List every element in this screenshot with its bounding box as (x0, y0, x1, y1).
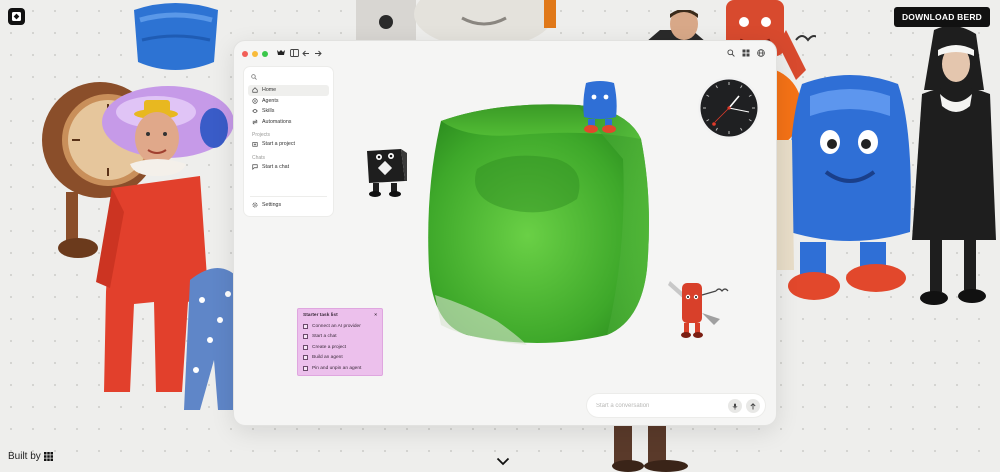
new-chat-icon (252, 164, 258, 170)
task-item[interactable]: Build an agent (303, 353, 377, 364)
close-window-button[interactable] (242, 51, 248, 57)
task-checkbox[interactable] (303, 355, 308, 361)
wall-clock[interactable] (697, 76, 761, 140)
task-checkbox[interactable] (303, 365, 308, 371)
app-window: Home Agents Skills Automations Projects … (233, 40, 777, 426)
start-chat-label: Start a chat (262, 163, 290, 170)
chat-composer (586, 393, 766, 418)
builder-grid-logo-icon (43, 452, 53, 461)
starter-task-list: Starter task list × Connect an AI provid… (297, 308, 383, 376)
sidebar-item-agents[interactable]: Agents (248, 96, 329, 107)
berd-logo-icon (12, 12, 21, 21)
start-chat-button[interactable]: Start a chat (248, 162, 329, 173)
sidebar-item-automations[interactable]: Automations (248, 117, 329, 128)
pocket-knife-character[interactable] (666, 273, 730, 343)
forward-arrow-icon[interactable] (312, 47, 324, 59)
automations-icon (252, 119, 258, 125)
task-label: Create a project (312, 344, 347, 350)
sidebar-item-settings[interactable]: Settings (248, 200, 329, 211)
grass-cube-3d (428, 104, 649, 345)
task-checkbox[interactable] (303, 334, 308, 340)
maximize-window-button[interactable] (262, 51, 268, 57)
start-project-label: Start a project (262, 141, 295, 148)
search-icon (251, 74, 257, 80)
man-portrait (646, 10, 706, 42)
sidebar-item-skills[interactable]: Skills (248, 106, 329, 117)
built-by[interactable]: Built by (8, 451, 53, 462)
task-item[interactable]: Create a project (303, 342, 377, 353)
minimize-window-button[interactable] (252, 51, 258, 57)
sidebar-item-label: Agents (262, 97, 279, 104)
globe-icon[interactable] (755, 47, 767, 59)
new-project-icon (252, 142, 258, 147)
task-item[interactable]: Pin and unpin an agent (303, 363, 377, 374)
gear-icon (252, 202, 258, 208)
microphone-icon (732, 403, 738, 410)
mascot-icon[interactable] (275, 47, 287, 59)
sidebar: Home Agents Skills Automations Projects … (243, 66, 334, 217)
conversation-input[interactable] (596, 402, 716, 409)
search-icon[interactable] (725, 47, 737, 59)
sidebar-item-home[interactable]: Home (248, 85, 329, 96)
task-checkbox[interactable] (303, 344, 308, 350)
boots-figure (612, 424, 688, 472)
sidebar-item-label: Skills (262, 108, 275, 115)
task-label: Start a chat (312, 334, 337, 340)
nun-character (912, 25, 996, 305)
arrow-up-icon (750, 402, 756, 409)
sidebar-search[interactable] (248, 72, 329, 82)
send-button[interactable] (746, 399, 760, 413)
task-list-title: Starter task list (303, 313, 338, 318)
blue-jelly-mini-character[interactable] (578, 81, 622, 137)
sidebar-toggle-icon[interactable] (288, 47, 300, 59)
built-by-label: Built by (8, 451, 41, 462)
task-label: Connect an AI provider (312, 323, 361, 329)
sidebar-item-label: Settings (262, 202, 282, 209)
berd-logo[interactable] (8, 8, 25, 25)
task-label: Pin and unpin an agent (312, 365, 362, 371)
grid-icon[interactable] (740, 47, 752, 59)
window-titlebar (234, 41, 776, 65)
black-cube-mascot[interactable] (361, 145, 409, 197)
blue-jelly-character (788, 75, 911, 300)
projects-heading: Projects (252, 132, 271, 138)
task-item[interactable]: Connect an AI provider (303, 321, 377, 332)
chats-heading: Chats (252, 154, 266, 161)
task-list-close-button[interactable]: × (374, 313, 377, 318)
sidebar-item-label: Automations (262, 118, 292, 125)
agents-icon (252, 98, 258, 104)
task-item[interactable]: Start a chat (303, 332, 377, 343)
start-project-button[interactable]: Start a project (248, 139, 329, 150)
skills-icon (252, 109, 258, 114)
scroll-down-chevron-icon[interactable] (496, 457, 510, 466)
home-icon (252, 87, 258, 93)
task-label: Build an agent (312, 355, 343, 361)
microphone-button[interactable] (728, 399, 742, 413)
sidebar-divider (250, 196, 327, 197)
smiling-head-sculpture (356, 0, 556, 44)
task-checkbox[interactable] (303, 323, 308, 329)
sidebar-item-label: Home (262, 87, 277, 94)
download-button[interactable]: DOWNLOAD BERD (893, 7, 990, 27)
back-arrow-icon[interactable] (300, 47, 312, 59)
blue-bucket (134, 3, 218, 70)
